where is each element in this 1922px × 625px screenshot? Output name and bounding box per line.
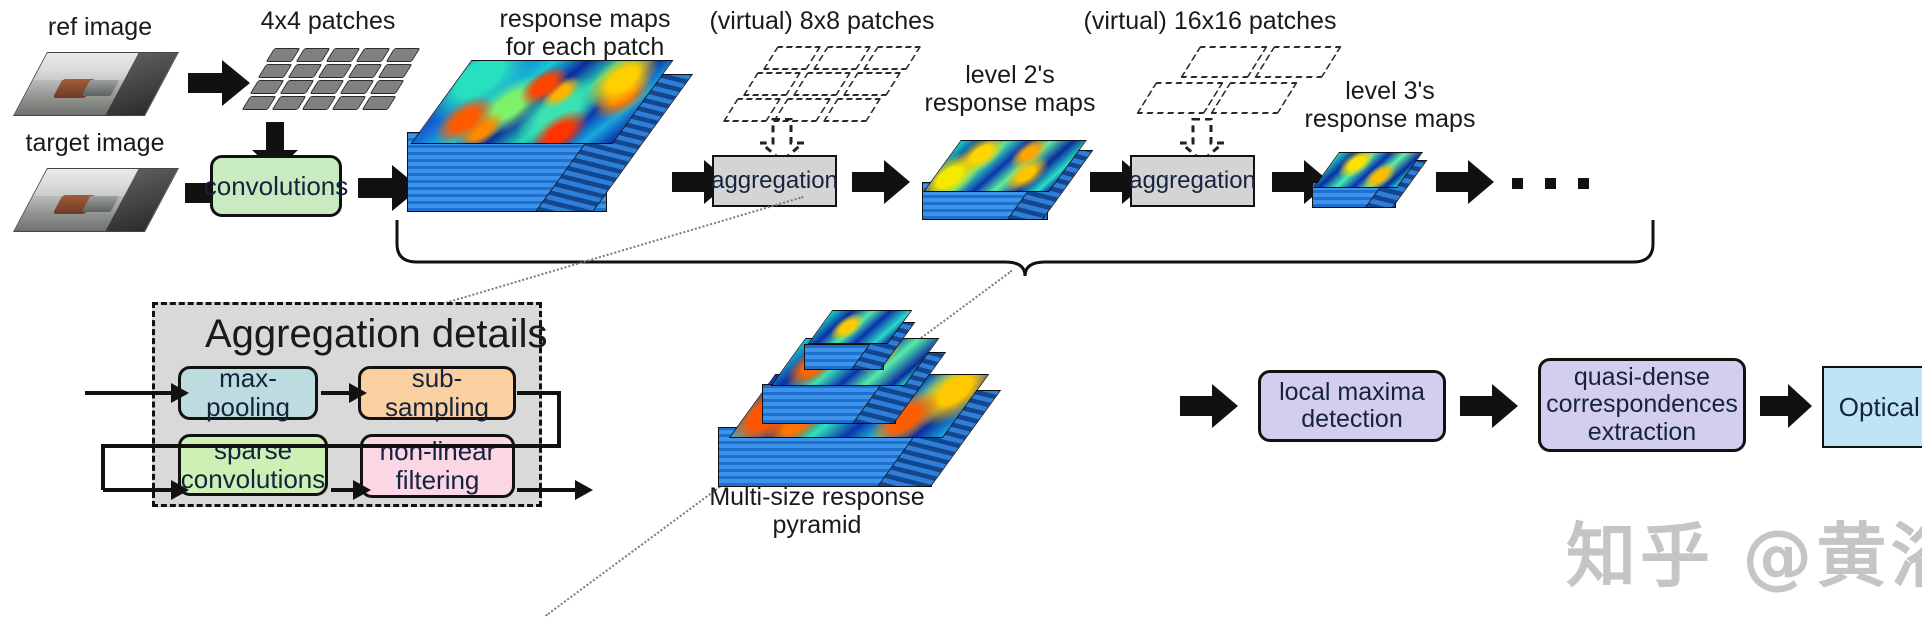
watermark: 知乎 @黄浴 [1566, 515, 1922, 597]
pipeline-brace [395, 220, 1655, 277]
level2-response-maps-label: level 2's response maps [924, 61, 1096, 117]
ref-image-thumbnail [12, 52, 180, 116]
virtual-patch-grid-8x8 [722, 46, 922, 122]
pyramid-caption: Multi-size response pyramid [709, 483, 925, 539]
convolutions-box[interactable]: convolutions [204, 155, 348, 217]
aggregation-detail-connectors [85, 383, 593, 500]
virtual-8x8-label: (virtual) 8x8 patches [709, 7, 935, 35]
target-image-label: target image [25, 129, 165, 157]
ellipsis-indicator [1512, 178, 1589, 189]
arrow-pyramid-to-local-maxima [1180, 384, 1238, 428]
target-image-thumbnail [12, 168, 180, 232]
optical-flow-box[interactable]: Optical flow [1822, 366, 1922, 448]
level3-response-maps-label: level 3's response maps [1304, 77, 1476, 133]
arrow-aggregation1-to-level2 [852, 160, 910, 204]
local-maxima-detection-box[interactable]: local maxima detection [1258, 370, 1446, 442]
arrow-local-maxima-to-quasi-dense [1460, 384, 1518, 428]
ref-image-label: ref image [47, 13, 153, 41]
patch-grid-4x4 [240, 48, 421, 120]
response-map-stack-level3 [1310, 152, 1428, 210]
aggregation-box-2[interactable]: aggregation [1129, 155, 1256, 207]
response-map-stack-level1 [405, 60, 694, 215]
patches-4x4-label: 4x4 patches [260, 7, 396, 35]
virtual-16x16-label: (virtual) 16x16 patches [1083, 7, 1337, 35]
multi-size-response-pyramid [700, 282, 1002, 497]
response-map-stack-level2 [920, 140, 1094, 220]
quasi-dense-correspondences-box[interactable]: quasi-dense correspondences extraction [1538, 358, 1746, 452]
arrow-quasi-dense-to-optical-flow [1760, 384, 1812, 428]
response-maps-label: response maps for each patch [499, 5, 671, 61]
arrow-level3-to-ellipsis [1436, 160, 1494, 204]
aggregation-box-1[interactable]: aggregation [711, 155, 838, 207]
